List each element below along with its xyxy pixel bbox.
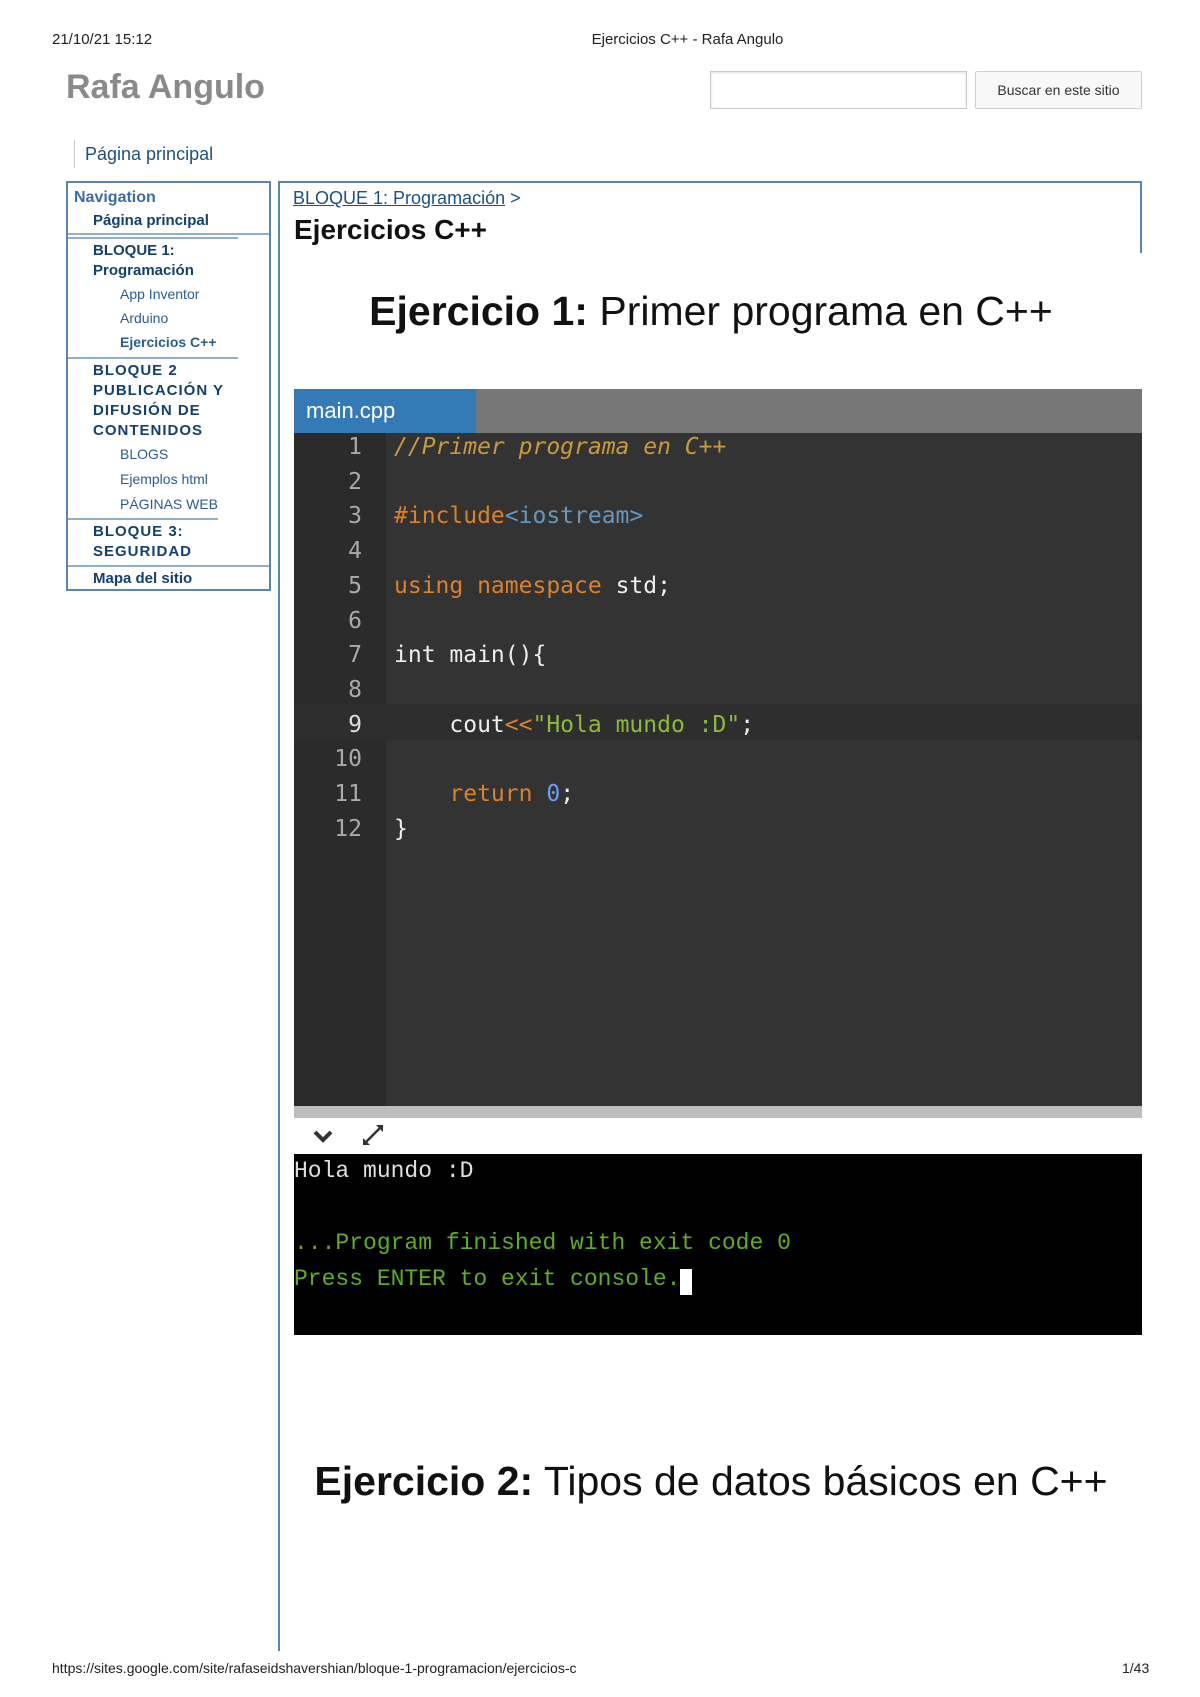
line-number: 4 — [348, 538, 362, 565]
exercise-1-title: Primer programa en C++ — [587, 288, 1053, 334]
sidebar-item-home[interactable]: Página principal — [68, 211, 269, 235]
sidebar-item-site-map[interactable]: Mapa del sitio — [68, 565, 269, 589]
expand-icon[interactable] — [360, 1122, 386, 1148]
print-page-number: 1/43 — [1122, 1660, 1150, 1676]
breadcrumb-separator: > — [510, 188, 521, 208]
code-token: int main(){ — [394, 642, 547, 669]
line-number: 12 — [334, 815, 362, 842]
print-url: https://sites.google.com/site/rafaseidsh… — [52, 1660, 577, 1676]
line-number: 9 — [348, 711, 362, 738]
code-token: 0 — [546, 781, 561, 807]
sidebar-item-app-inventor[interactable]: App Inventor — [120, 286, 199, 302]
code-token: #include — [394, 503, 505, 530]
exercise-2-heading: Ejercicio 2: Tipos de datos básicos en C… — [280, 1458, 1142, 1505]
page-title: Ejercicios C++ — [294, 214, 488, 245]
content-border — [278, 181, 280, 1651]
chevron-down-icon[interactable] — [312, 1128, 334, 1144]
line-number: 1 — [348, 434, 362, 460]
console-line: Press ENTER to exit console. — [294, 1266, 693, 1295]
tab-home[interactable]: Página principal — [74, 140, 223, 168]
breadcrumb: BLOQUE 1: Programación > — [293, 188, 521, 209]
code-token: cout — [394, 711, 505, 738]
sidebar-item-bloque-1[interactable]: BLOQUE 1: Programación — [68, 237, 238, 281]
console-output[interactable]: Hola mundo :D ...Program finished with ex… — [294, 1154, 1142, 1335]
site-title[interactable]: Rafa Angulo — [66, 68, 265, 107]
exercise-2-title: Tipos de datos básicos en C++ — [533, 1458, 1108, 1504]
sidebar-item-ejercicios-cpp[interactable]: Ejercicios C++ — [120, 334, 217, 350]
tab-main-cpp[interactable]: main.cpp — [294, 389, 476, 433]
line-number: 6 — [348, 607, 362, 634]
code-line[interactable]: cout<<"Hola mundo :D"; — [394, 712, 754, 738]
sidebar-item-bloque-2[interactable]: BLOQUE 2 PUBLICACIÓN Y DIFUSIÓN DE CONTE… — [68, 357, 238, 441]
sidebar-item-ejemplos-html[interactable]: Ejemplos html — [120, 471, 208, 487]
search-input[interactable] — [710, 71, 967, 109]
search-button[interactable]: Buscar en este sitio — [975, 71, 1142, 109]
sidebar-navigation: Navigation Página principal BLOQUE 1: Pr… — [66, 181, 271, 591]
code-line[interactable]: using namespace std; — [394, 573, 671, 599]
code-token: return — [394, 781, 547, 807]
code-token: ; — [740, 711, 755, 738]
code-editor: main.cpp 1 //Primer programa en C++ 2 3 #inc… — [294, 389, 1142, 1335]
code-token: std; — [601, 572, 671, 599]
console-line: ...Program finished with exit code 0 — [294, 1230, 791, 1256]
code-line[interactable]: #include<iostream> — [394, 503, 643, 529]
code-line[interactable]: } — [394, 816, 408, 842]
exercise-2-label: Ejercicio 2: — [314, 1458, 534, 1504]
exercise-1-heading: Ejercicio 1: Primer programa en C++ — [280, 288, 1142, 335]
line-number: 10 — [334, 746, 362, 773]
code-token: "Hola mundo :D" — [532, 711, 741, 738]
exercise-1-label: Ejercicio 1: — [369, 288, 588, 334]
console-cursor — [680, 1269, 693, 1295]
line-number: 2 — [348, 468, 362, 495]
code-line[interactable]: //Primer programa en C++ — [394, 434, 726, 460]
line-number: 11 — [334, 781, 362, 807]
code-token: << — [504, 711, 533, 738]
code-token: <iostream> — [504, 503, 644, 530]
code-token: //Primer programa en C++ — [394, 434, 727, 460]
console-line: Hola mundo :D — [294, 1158, 474, 1184]
breadcrumb-link[interactable]: BLOQUE 1: Programación — [293, 188, 505, 208]
line-number: 5 — [348, 572, 362, 599]
code-token: ; — [560, 781, 575, 807]
code-line[interactable]: int main(){ — [394, 642, 546, 668]
sidebar-item-arduino[interactable]: Arduino — [120, 310, 168, 326]
sidebar-item-paginas-web[interactable]: PÁGINAS WEB — [120, 496, 218, 512]
console-toolbar — [294, 1118, 1142, 1154]
sidebar-item-blogs[interactable]: BLOGS — [120, 446, 168, 462]
line-number: 7 — [348, 642, 362, 669]
code-token: using namespace — [394, 572, 602, 599]
line-number: 3 — [348, 503, 362, 530]
sidebar-item-bloque-3[interactable]: BLOQUE 3: SEGURIDAD — [68, 518, 218, 562]
code-line[interactable]: return 0; — [394, 781, 574, 807]
horizontal-scrollbar[interactable] — [294, 1106, 1142, 1118]
print-title: Ejercicios C++ - Rafa Angulo — [591, 31, 784, 48]
code-token: } — [394, 815, 408, 842]
sidebar-title: Navigation — [74, 189, 156, 206]
line-number: 8 — [348, 676, 362, 703]
